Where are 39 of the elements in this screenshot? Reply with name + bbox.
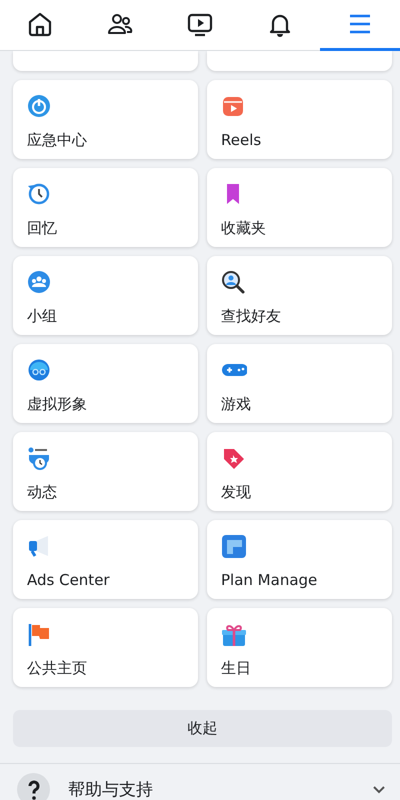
- shortcut-card[interactable]: 小组: [13, 256, 198, 335]
- shortcut-card[interactable]: 游戏: [207, 344, 392, 423]
- help-label[interactable]: 帮助与支持: [68, 778, 372, 800]
- home-icon: [26, 10, 54, 38]
- shortcut-label: 游戏: [221, 394, 251, 414]
- shortcut-label: 动态: [27, 482, 57, 502]
- shortcut-card[interactable]: 发现: [207, 432, 392, 511]
- shortcut-label: 小组: [27, 306, 57, 326]
- tag-icon: [221, 446, 247, 472]
- shortcut-label: Ads Center: [27, 570, 110, 590]
- shortcut-label: 回忆: [27, 218, 57, 238]
- shortcut-label: Reels: [221, 130, 262, 150]
- shortcut-card[interactable]: Plan Manage: [207, 520, 392, 599]
- shortcut-card[interactable]: 应急中心: [13, 80, 198, 159]
- shortcut-label: 查找好友: [221, 306, 281, 326]
- collapse-button[interactable]: 收起: [13, 710, 392, 747]
- shortcut-card[interactable]: 虚拟形象: [13, 344, 198, 423]
- shortcut-card[interactable]: Reels: [207, 80, 392, 159]
- shortcut-card[interactable]: 动态: [13, 432, 198, 511]
- shortcut-label: 生日: [221, 658, 251, 678]
- shortcut-label: 公共主页: [27, 658, 87, 678]
- power-icon: [27, 94, 53, 120]
- shortcut-card[interactable]: Ads Center: [13, 520, 198, 599]
- shortcut-label: 应急中心: [27, 130, 87, 150]
- gift-icon: [221, 622, 247, 648]
- shortcut-label: Plan Manage: [221, 570, 318, 590]
- shortcut-label: 虚拟形象: [27, 394, 87, 414]
- shortcut-card[interactable]: 回忆: [13, 168, 198, 247]
- help-icon: [17, 772, 50, 800]
- shortcut-label: 收藏夹: [221, 218, 266, 238]
- group-icon: [27, 270, 53, 296]
- chevron-icon[interactable]: [372, 784, 386, 794]
- plan-icon: [221, 534, 247, 560]
- people-search-icon: [221, 270, 247, 296]
- shortcut-card[interactable]: 公共主页: [13, 608, 198, 687]
- shortcut-card[interactable]: 生日: [207, 608, 392, 687]
- shortcut-label: 发现: [221, 482, 251, 502]
- shortcut-card[interactable]: 收藏夹: [207, 168, 392, 247]
- shortcut-card[interactable]: 查找好友: [207, 256, 392, 335]
